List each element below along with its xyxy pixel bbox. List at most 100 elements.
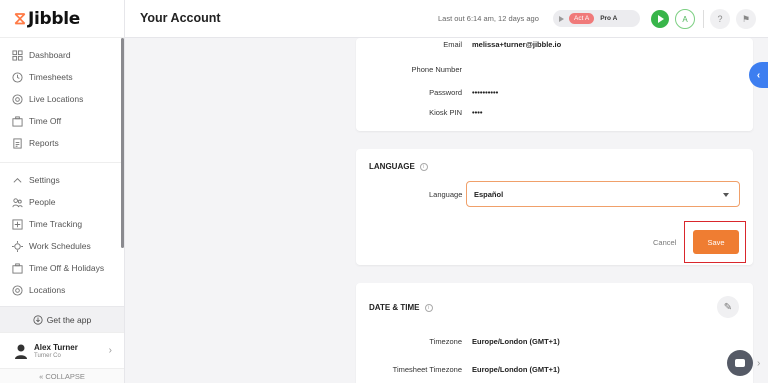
sidebar-item-label: Dashboard [29,50,71,60]
sidebar: ⧖ Jibble Dashboard Timesheets Live Locat… [0,0,125,383]
activity-selector[interactable]: Act A Pro A [553,10,640,27]
cancel-button[interactable]: Cancel [653,238,676,247]
location-pin-icon [12,93,23,105]
account-details-card: Email melissa+turner@jibble.io Phone Num… [356,38,753,131]
header-divider [703,10,704,28]
app-root: ⧖ Jibble Dashboard Timesheets Live Locat… [0,0,768,383]
sidebar-item-work-schedules[interactable]: Work Schedules [0,235,124,257]
side-panel-toggle[interactable]: ‹ [749,62,768,88]
timesheet-timezone-row: Timesheet Timezone Europe/London (GMT+1) [356,365,753,379]
email-value: melissa+turner@jibble.io [472,40,562,49]
sidebar-item-label: People [29,197,56,207]
sidebar-item-label: Settings [29,175,60,185]
location-icon [12,284,23,296]
sidebar-divider [0,162,124,163]
timezone-value: Europe/London (GMT+1) [472,337,560,346]
report-icon [12,137,23,149]
sidebar-item-label: Locations [29,285,66,295]
chevron-right-icon: › [757,358,761,369]
sidebar-item-reports[interactable]: Reports [0,132,124,154]
kiosk-pin-row: Kiosk PIN •••• [356,108,753,122]
gift-icon: ⚑ [741,13,751,24]
user-name: Alex Turner [34,342,78,352]
sidebar-item-live-locations[interactable]: Live Locations [0,88,124,110]
help-button[interactable]: ? [710,9,730,29]
chevron-up-icon [12,175,23,186]
sidebar-item-timesheets[interactable]: Timesheets [0,66,124,88]
sidebar-item-label: Time Off [29,116,62,126]
timesheet-timezone-label: Timesheet Timezone [392,365,462,374]
sidebar-item-settings[interactable]: Settings [0,169,124,191]
get-app-button[interactable]: Get the app [0,306,124,332]
collapse-button[interactable]: « COLLAPSE [0,368,124,383]
clock-in-button[interactable] [651,10,669,28]
last-out-status: Last out 6:14 am, 12 days ago [438,14,539,23]
sidebar-item-label: Reports [29,138,59,148]
play-small-icon [559,15,564,22]
language-selected-value: Español [474,189,504,199]
logo-icon: ⧖ [14,8,26,29]
avatar [15,344,27,359]
logo-text: Jibble [27,8,80,29]
language-field-label: Language [429,190,463,199]
sidebar-item-label: Live Locations [29,94,84,104]
chat-button[interactable] [727,350,753,376]
sidebar-scrollbar[interactable] [121,38,124,248]
sidebar-item-label: Time Tracking [29,219,83,229]
email-row: Email melissa+turner@jibble.io [356,40,753,54]
people-icon [12,197,23,208]
phone-label: Phone Number [411,65,462,74]
language-title-text: LANGUAGE [369,162,415,171]
language-card: LANGUAGE i Language Español Cancel Save [356,149,753,265]
password-row: Password •••••••••• [356,88,753,102]
user-org: Turner Co [34,352,61,359]
sidebar-item-people[interactable]: People [0,191,124,213]
kiosk-pin-label: Kiosk PIN [429,108,462,117]
info-icon[interactable]: i [424,303,433,312]
save-button[interactable]: Save [693,230,739,254]
user-profile[interactable]: Alex Turner Turner Co › [0,332,124,368]
logo[interactable]: ⧖ Jibble [0,0,124,38]
sidebar-nav: Dashboard Timesheets Live Locations Time… [0,38,124,301]
user-avatar-button[interactable]: A [675,9,695,29]
suitcase-icon [12,115,23,127]
sidebar-item-dashboard[interactable]: Dashboard [0,44,124,66]
play-icon [658,15,664,23]
help-icon: ? [717,14,723,24]
clock-icon [12,71,23,83]
schedule-icon [12,240,23,252]
timesheet-timezone-value: Europe/London (GMT+1) [472,365,560,374]
sidebar-item-time-off-holidays[interactable]: Time Off & Holidays [0,257,124,279]
chevron-left-icon: ‹ [756,69,761,81]
time-tracking-icon [12,218,23,230]
activity-badge: Act A [569,13,595,24]
page-title: Your Account [140,11,221,25]
edit-button[interactable]: ✎ [717,296,739,318]
date-time-section-title: DATE & TIME i [369,303,433,312]
sidebar-item-label: Work Schedules [29,241,91,251]
info-icon[interactable]: i [419,162,428,171]
sidebar-item-label: Time Off & Holidays [29,263,105,273]
email-label: Email [443,40,462,49]
pencil-icon: ✎ [723,301,733,313]
sidebar-item-time-tracking[interactable]: Time Tracking [0,213,124,235]
language-select[interactable]: Español [466,181,740,207]
language-section-title: LANGUAGE i [369,162,428,171]
main-content: Email melissa+turner@jibble.io Phone Num… [125,38,768,383]
kiosk-pin-value: •••• [472,108,483,117]
password-label: Password [429,88,462,97]
timezone-row: Timezone Europe/London (GMT+1) [356,337,753,351]
sidebar-item-time-off[interactable]: Time Off [0,110,124,132]
top-bar: Your Account Last out 6:14 am, 12 days a… [125,0,768,38]
get-app-label: Get the app [46,314,92,325]
caret-down-icon [723,193,729,197]
password-value: •••••••••• [472,88,499,97]
timezone-label: Timezone [429,337,462,346]
chevron-right-icon: › [108,345,112,356]
suitcase-icon [12,262,23,274]
notifications-button[interactable]: ⚑ [736,9,756,29]
avatar-initials: A [682,14,688,24]
sidebar-item-locations[interactable]: Locations [0,279,124,301]
sidebar-item-label: Timesheets [29,72,73,82]
dashboard-icon [12,49,23,61]
